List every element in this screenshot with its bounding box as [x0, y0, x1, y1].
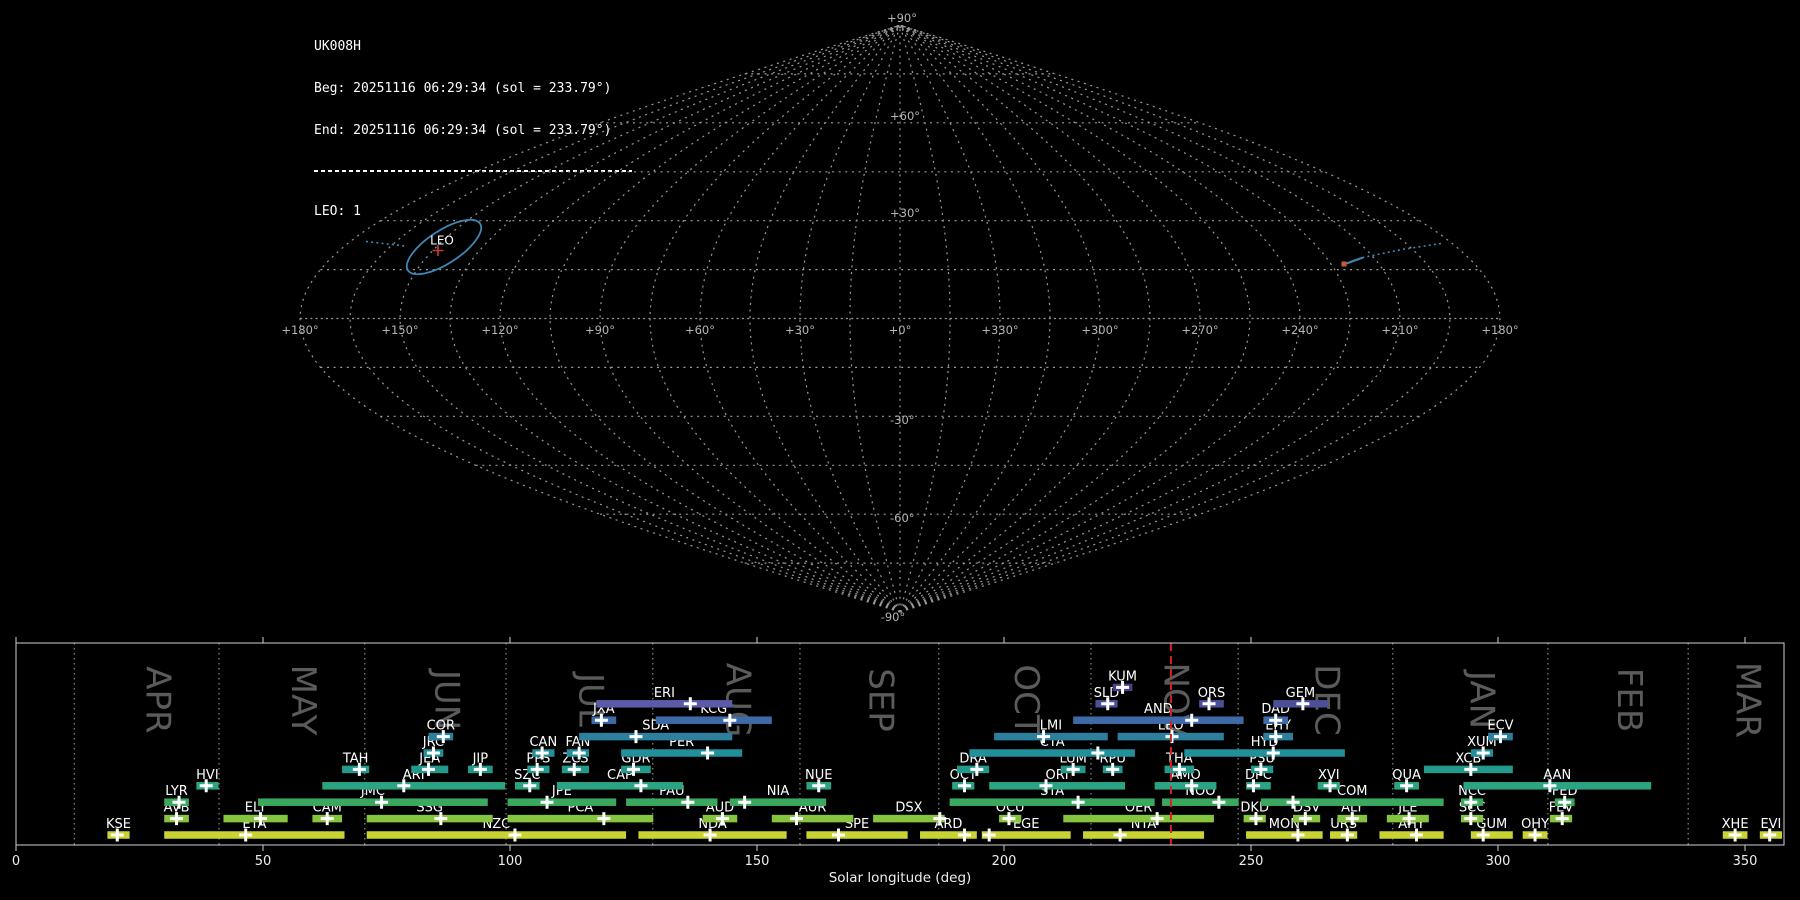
grid-meridian--165 — [349, 24, 901, 613]
map-label-lon-2: +120° — [481, 323, 518, 337]
shower-peak-marker-CAP — [634, 779, 648, 793]
shower-bar-PER — [621, 749, 743, 757]
shower-peak-marker-EGE — [982, 828, 996, 842]
shower-peak-marker-NTA — [1113, 828, 1127, 842]
month-label-FEB: FEB — [1609, 668, 1649, 732]
shower-bar-CTA — [969, 749, 1135, 757]
map-label-pole-north: +90° — [887, 11, 917, 25]
shower-bar-STA — [949, 798, 1155, 806]
x-tick-label-350: 350 — [1733, 854, 1758, 869]
shower-label-AAN: AAN — [1543, 768, 1571, 783]
meteor-report-screen: UK008H Beg: 20251116 06:29:34 (sol = 233… — [0, 0, 1800, 900]
shower-bar-HYD — [1184, 749, 1345, 757]
shower-bar-JMC — [258, 798, 488, 806]
x-tick-label-250: 250 — [1239, 854, 1264, 869]
radiant-drift-trail-right — [1362, 242, 1442, 259]
month-label-SEP: SEP — [860, 668, 900, 732]
shower-label-COM: COM — [1337, 784, 1368, 799]
map-label-lon-0: +180° — [281, 323, 318, 337]
shower-peak-marker-SPE — [832, 828, 846, 842]
shower-bar-ORI — [989, 782, 1126, 790]
shower-label-LYR: LYR — [165, 784, 188, 799]
shower-bar-SSG — [366, 814, 493, 823]
shower-bar-KCG — [655, 716, 772, 724]
shower-bar-SPE — [806, 831, 908, 839]
map-label-lon-1: +150° — [381, 323, 418, 337]
x-tick-label-50: 50 — [255, 854, 272, 869]
shower-peak-marker-NZC — [508, 828, 522, 842]
map-label-lon-4: +60° — [685, 323, 715, 337]
sky-map-projection: +90° -90° +60° +30° -30° -60° +180° +150° +120° +… — [281, 11, 1518, 624]
map-label-lon-5: +30° — [785, 323, 815, 337]
x-tick-label-200: 200 — [992, 854, 1017, 869]
radiant-label-leo: LEO — [430, 234, 454, 248]
shower-peak-marker-STA — [1071, 795, 1085, 809]
shower-bar-ERI — [596, 700, 733, 708]
shower-bar-NTA — [1083, 831, 1205, 839]
map-label-lon-11: +210° — [1381, 323, 1418, 337]
radiant-drift-trail-left — [365, 240, 406, 247]
month-label-AUG: AUG — [717, 663, 757, 738]
shower-bar-CAP — [556, 782, 683, 790]
map-label-lon-6: +0° — [889, 323, 912, 337]
month-label-MAY: MAY — [283, 665, 323, 736]
shower-label-AND: AND — [1144, 702, 1173, 717]
shower-label-ORS: ORS — [1198, 686, 1226, 701]
shower-bar-NZC — [366, 831, 627, 839]
x-tick-label-0: 0 — [12, 854, 20, 869]
shower-bar-NOO — [1162, 798, 1239, 806]
shower-peak-marker-SDA — [629, 730, 643, 744]
x-tick-label-150: 150 — [745, 854, 770, 869]
map-label-lon-7: +330° — [981, 323, 1018, 337]
map-label-lon-10: +240° — [1281, 323, 1318, 337]
shower-label-TAH: TAH — [342, 751, 369, 766]
x-tick-label-100: 100 — [498, 854, 523, 869]
shower-peak-marker-ERI — [683, 697, 697, 711]
shower-label-ERI: ERI — [654, 686, 675, 701]
month-label-MAR: MAR — [1727, 662, 1767, 738]
x-axis-title: Solar longitude (deg) — [829, 870, 972, 886]
shower-bar-SDA — [579, 732, 733, 741]
shower-peak-marker-NIA — [738, 795, 752, 809]
month-label-APR: APR — [138, 666, 178, 733]
shower-bar-PAU — [626, 798, 718, 806]
shower-peak-marker-PER — [701, 746, 715, 760]
shower-bar-AUR — [771, 814, 854, 823]
map-label-lon-9: +270° — [1181, 323, 1218, 337]
map-label-lon-12: +180° — [1481, 323, 1518, 337]
drift-end-dot — [1341, 261, 1347, 267]
map-label-lon-8: +300° — [1081, 323, 1118, 337]
activity-timeline-chart: Solar longitude (deg) APR MAY JUN JUL AUG SEP… — [12, 637, 1785, 886]
shower-label-NIA: NIA — [767, 784, 790, 799]
grid-meridian-45 — [899, 24, 1051, 613]
shower-bar-ETA — [164, 831, 345, 839]
shower-bar-ARI — [322, 782, 506, 790]
map-label-lon-3: +90° — [585, 323, 615, 337]
shower-label-GEM: GEM — [1286, 686, 1316, 701]
map-label-lat--30°: -30° — [890, 413, 915, 427]
shower-label-COR: COR — [427, 719, 455, 734]
shower-peak-marker-PCA — [597, 812, 611, 826]
shower-bar-PCA — [507, 814, 654, 823]
shower-bar-MON — [1246, 831, 1323, 839]
shower-bar-AND — [1073, 716, 1244, 724]
shower-bar-OER — [1063, 814, 1214, 823]
shower-bar-AAN — [1463, 782, 1652, 790]
shower-label-DSX: DSX — [895, 801, 922, 816]
map-label-lat-+30°: +30° — [890, 206, 920, 220]
map-label-lat--60°: -60° — [890, 511, 915, 525]
shower-bar-LMI — [994, 732, 1108, 741]
x-tick-label-300: 300 — [1486, 854, 1511, 869]
map-label-lat-+60°: +60° — [890, 109, 920, 123]
shower-bar-JPE — [507, 798, 617, 806]
radiant-drift-solid-segment — [1344, 256, 1364, 266]
map-label-pole-south: -90° — [881, 610, 906, 624]
